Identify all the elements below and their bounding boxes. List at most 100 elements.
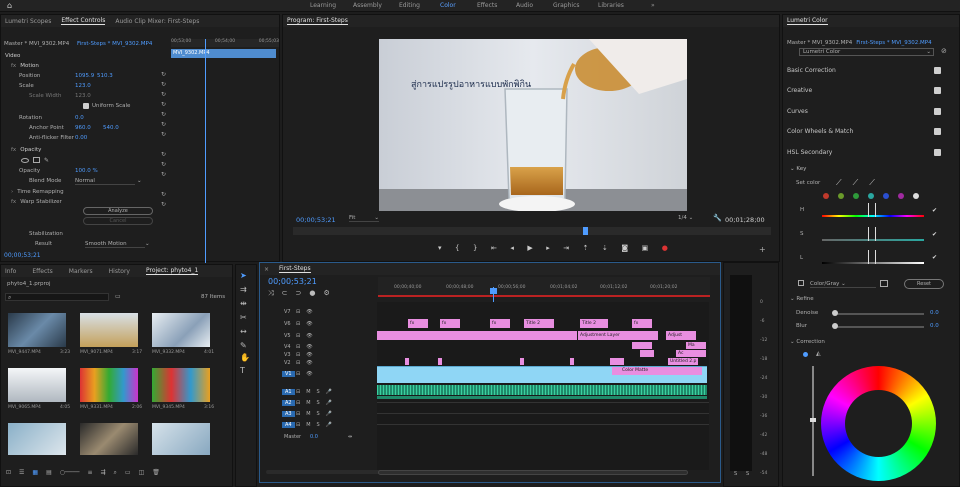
section-checkbox[interactable] [934, 148, 941, 156]
ec-opacity-value[interactable]: 100.0 % [75, 168, 98, 174]
media-thumbnail[interactable] [8, 423, 66, 455]
denoise-handle[interactable] [832, 310, 838, 316]
new-item-icon[interactable]: ◫ [139, 469, 145, 477]
tab-history[interactable]: History [109, 268, 130, 275]
key-heading[interactable]: ⌄ Key [790, 166, 806, 172]
step-back-icon[interactable]: ◂ [510, 244, 514, 252]
clip-adjustment-layer[interactable]: Adjustment Layer [578, 331, 658, 340]
clip[interactable] [632, 342, 652, 349]
wrench-icon[interactable]: 🔧 [713, 214, 722, 222]
freeform-view-icon[interactable]: ▤ [46, 469, 52, 477]
media-thumbnail[interactable] [80, 423, 138, 455]
clip-adjust[interactable]: Adjust [666, 331, 696, 340]
mark-in-icon[interactable]: { [455, 244, 459, 252]
timeline-playhead-handle[interactable] [490, 288, 497, 294]
slip-tool-icon[interactable]: ↔ [240, 327, 247, 336]
ec-scale-value[interactable]: 123.0 [75, 83, 91, 89]
media-thumbnail[interactable] [8, 368, 66, 402]
clip-ac[interactable]: Ac [676, 350, 706, 357]
three-way-mode-icon[interactable]: ◭ [816, 350, 821, 357]
color-swatch-green[interactable] [853, 193, 859, 199]
fx-toggle-icon[interactable]: ⊘ [941, 47, 947, 55]
blur-handle[interactable] [832, 323, 838, 329]
ec-playhead[interactable] [205, 39, 206, 263]
extract-icon[interactable]: ⇣ [602, 244, 608, 252]
ec-opacity-heading[interactable]: fx Opacity [1, 145, 169, 155]
ripple-edit-icon[interactable]: ⇹ [240, 299, 247, 308]
cancel-button[interactable]: Cancel [83, 217, 153, 225]
track-header-v6[interactable]: V6 ⊟👁 [260, 318, 378, 329]
clip[interactable] [405, 358, 409, 365]
rectangle-mask-icon[interactable] [33, 157, 40, 163]
go-to-in-icon[interactable]: ⇤ [491, 244, 497, 252]
clip-color-matte[interactable]: Color Matte [612, 367, 702, 375]
go-to-out-icon[interactable]: ⇥ [563, 244, 569, 252]
audio-clip-a2[interactable] [377, 396, 707, 399]
clip[interactable] [640, 350, 654, 357]
eyedropper-icons[interactable]: ⟋⟋⟋ [836, 178, 886, 188]
record-icon[interactable]: ● [662, 244, 668, 252]
ec-warp-row[interactable]: fx Warp Stabilizer [1, 197, 169, 207]
solo-right[interactable]: S [746, 471, 749, 477]
ec-anchor-y[interactable]: 540.0 [103, 125, 119, 131]
show-mask-checkbox[interactable] [798, 280, 804, 286]
denoise-slider[interactable] [836, 313, 924, 315]
color-swatch-yellow[interactable] [838, 193, 844, 199]
clip-ma[interactable]: Ma [686, 342, 706, 349]
track-toggles[interactable]: ⊟👁 [296, 371, 319, 377]
workspace-editing[interactable]: Editing [399, 2, 420, 9]
workspace-more-icon[interactable]: » [651, 2, 655, 9]
clip[interactable] [570, 358, 574, 365]
ec-mini-ruler[interactable]: 00;53;00 00;54;00 00;55;03 [171, 39, 279, 47]
track-header-v7[interactable]: V7 ⊟👁 [260, 306, 378, 317]
hue-check-icon[interactable]: ✔ [932, 207, 937, 214]
project-search-input[interactable]: ⌕ [5, 293, 109, 301]
clip-title-2[interactable]: Title 2 [524, 319, 554, 328]
ellipse-mask-icon[interactable] [21, 157, 29, 163]
workspace-learning[interactable]: Learning [310, 2, 336, 9]
ec-clip-bar[interactable]: MVI_9302.MP4 [171, 49, 276, 58]
lumetri-preset-dropdown[interactable]: Lumetri Color ⌄ [799, 48, 934, 56]
section-checkbox[interactable] [934, 86, 941, 94]
ec-motion-heading[interactable]: fx Motion [1, 61, 169, 71]
track-header-v2[interactable]: V2 ⊟👁 [260, 357, 378, 368]
tab-timeline[interactable]: First-Steps [279, 265, 311, 273]
workspace-libraries[interactable]: Libraries [598, 2, 624, 9]
icon-view-icon[interactable]: ▦ [32, 469, 38, 477]
color-swatch-red[interactable] [823, 193, 829, 199]
tab-lumetri-scopes[interactable]: Lumetri Scopes [5, 18, 51, 25]
master-skip-icon[interactable]: ⇹ [348, 434, 352, 440]
clip[interactable] [438, 358, 442, 365]
timeline-timecode[interactable]: 00;00;53;21 [268, 277, 317, 286]
ec-master-label[interactable]: Master * MVI_9302.MP4 [4, 41, 69, 47]
hand-tool-icon[interactable]: ✋ [240, 353, 250, 362]
fit-dropdown[interactable]: Fit ⌄ [349, 215, 379, 222]
sort-icon[interactable]: ≡ [87, 469, 92, 477]
clip-title-2b[interactable]: Title 2 [580, 319, 608, 328]
media-thumbnail[interactable] [80, 313, 138, 347]
ec-rotation-value[interactable]: 0.0 [75, 115, 84, 121]
track-toggles[interactable]: ⊟👁 [296, 321, 319, 327]
chevron-down-icon[interactable]: ⌄ [145, 241, 150, 247]
find-icon[interactable]: ⌕ [114, 469, 117, 477]
track-toggles[interactable]: ⊟MS🎤 [296, 411, 338, 417]
clip[interactable] [610, 358, 624, 365]
tab-effects[interactable]: Effects [32, 268, 52, 275]
step-forward-icon[interactable]: ▸ [546, 244, 550, 252]
program-timecode[interactable]: 00;00;53;21 [296, 216, 336, 224]
ec-position-x[interactable]: 1095.9 [75, 73, 97, 79]
add-button-icon[interactable]: + [759, 245, 766, 254]
track-toggles[interactable]: ⊟👁 [296, 360, 319, 366]
solo-left[interactable]: S [734, 471, 737, 477]
tab-lumetri-color[interactable]: Lumetri Color [787, 17, 828, 25]
lumetri-section-wheels[interactable]: Color Wheels & Match [787, 122, 947, 140]
invert-mask-icon[interactable] [880, 280, 888, 287]
denoise-value[interactable]: 0.0 [930, 310, 939, 316]
zoom-slider[interactable]: ○──── [60, 469, 80, 477]
media-thumbnail[interactable] [152, 368, 210, 402]
lift-icon[interactable]: ⇡ [583, 244, 589, 252]
clip[interactable] [520, 358, 524, 365]
pen-tool-icon[interactable]: ✎ [240, 341, 247, 350]
track-toggles[interactable]: ⊟👁 [296, 309, 319, 315]
track-toggles[interactable]: ⊟MS🎤 [296, 389, 338, 395]
